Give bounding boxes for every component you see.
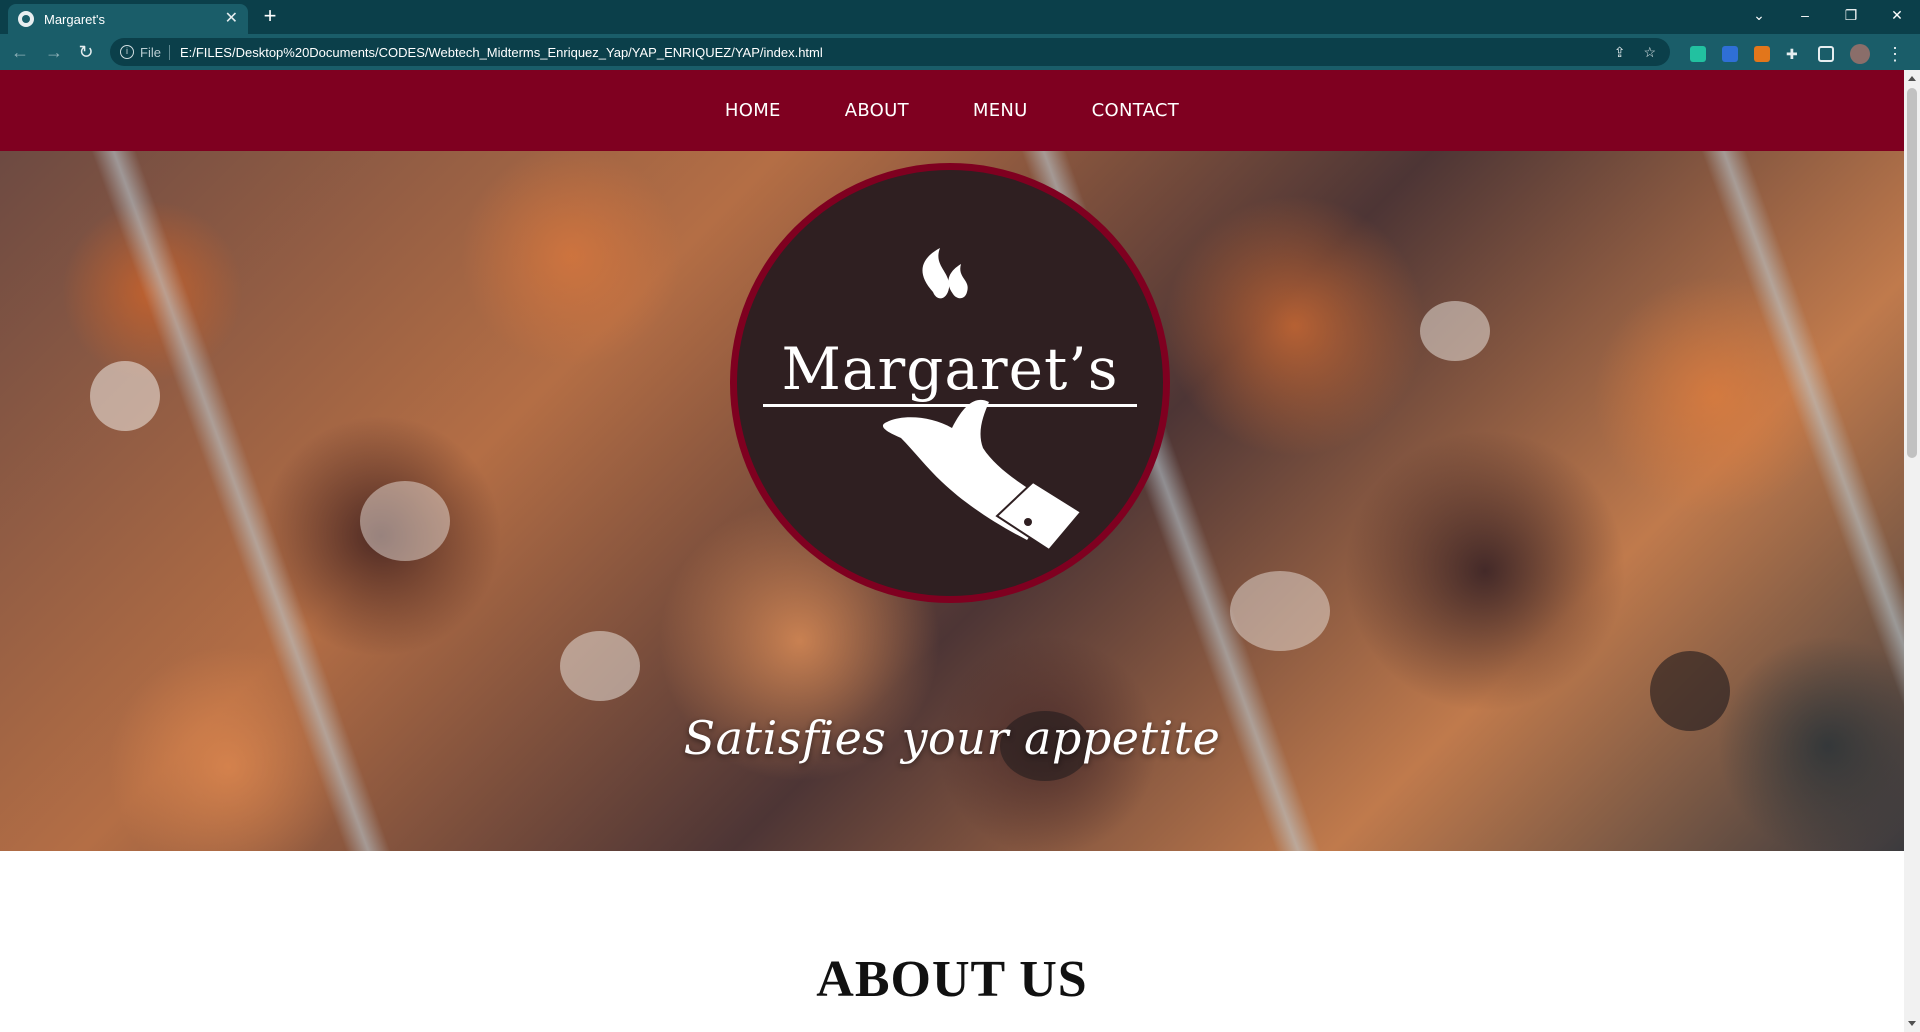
url-text[interactable]: E:/FILES/Desktop%20Documents/CODES/Webte… — [180, 45, 823, 60]
about-us-heading: ABOUT US — [816, 951, 1088, 1008]
background-decoration — [90, 361, 160, 431]
logo-wordmark: Margaret’s — [781, 335, 1119, 403]
forward-arrow-icon[interactable]: → — [42, 40, 66, 64]
nav-about-link[interactable]: ABOUT — [845, 100, 909, 121]
bookmark-star-icon[interactable]: ☆ — [1643, 44, 1656, 61]
reload-icon[interactable]: ↻ — [74, 40, 98, 64]
new-tab-button[interactable]: + — [258, 5, 282, 29]
metamask-icon[interactable] — [1754, 46, 1770, 62]
browser-tab[interactable]: Margaret's ✕ — [8, 4, 248, 34]
extension-icon[interactable] — [1690, 46, 1706, 62]
browser-tab-bar: Margaret's ✕ + ⌄ – ❐ ✕ — [0, 0, 1920, 34]
globe-icon — [18, 11, 34, 27]
background-decoration — [1230, 571, 1330, 651]
background-decoration — [560, 631, 640, 701]
page-scrollbar[interactable] — [1904, 70, 1920, 1032]
background-decoration — [360, 481, 450, 561]
omnibox-actions: ⇪ ☆ — [1614, 44, 1656, 61]
background-decoration — [1420, 301, 1490, 361]
page-viewport: HOME ABOUT MENU CONTACT Margaret’s Satis… — [0, 70, 1904, 1032]
steam-icon — [948, 264, 968, 299]
scroll-down-arrow-icon[interactable] — [1908, 1021, 1916, 1026]
logo-rule — [763, 404, 1137, 407]
minimize-button[interactable]: – — [1782, 0, 1828, 30]
close-window-button[interactable]: ✕ — [1874, 0, 1920, 30]
nav-home-link[interactable]: HOME — [725, 100, 781, 121]
site-navbar: HOME ABOUT MENU CONTACT — [0, 70, 1904, 151]
extensions-puzzle-icon[interactable]: ✚ — [1786, 46, 1802, 62]
kebab-menu-icon[interactable]: ⋮ — [1886, 45, 1904, 63]
scroll-up-arrow-icon[interactable] — [1908, 76, 1916, 81]
address-bar[interactable]: i File E:/FILES/Desktop%20Documents/CODE… — [110, 38, 1670, 66]
profile-avatar[interactable] — [1850, 44, 1870, 64]
scrollbar-thumb[interactable] — [1907, 88, 1917, 458]
nav-menu-link[interactable]: MENU — [973, 100, 1028, 121]
restore-button[interactable]: ❐ — [1828, 0, 1874, 30]
scheme-label: File — [140, 44, 170, 60]
hero-tagline: Satisfies your appetite — [683, 711, 1221, 765]
extension-icon[interactable] — [1722, 46, 1738, 62]
extensions-area: ✚ ⋮ — [1690, 44, 1904, 64]
site-info-icon[interactable]: i — [120, 45, 134, 59]
hero-banner: Margaret’s Satisfies your appetite — [0, 151, 1904, 851]
nav-contact-link[interactable]: CONTACT — [1092, 100, 1179, 121]
back-arrow-icon[interactable]: ← — [8, 40, 32, 64]
browser-toolbar: ← → ↻ i File E:/FILES/Desktop%20Document… — [0, 34, 1920, 70]
tab-search-icon[interactable]: ⌄ — [1736, 0, 1782, 30]
tab-close-icon[interactable]: ✕ — [225, 11, 238, 27]
side-panel-icon[interactable] — [1818, 46, 1834, 62]
tab-title: Margaret's — [44, 11, 106, 27]
logo-badge: Margaret’s — [737, 170, 1163, 596]
margarets-logo: Margaret’s — [730, 163, 1170, 603]
steam-icon — [922, 248, 950, 299]
share-icon[interactable]: ⇪ — [1614, 44, 1626, 61]
